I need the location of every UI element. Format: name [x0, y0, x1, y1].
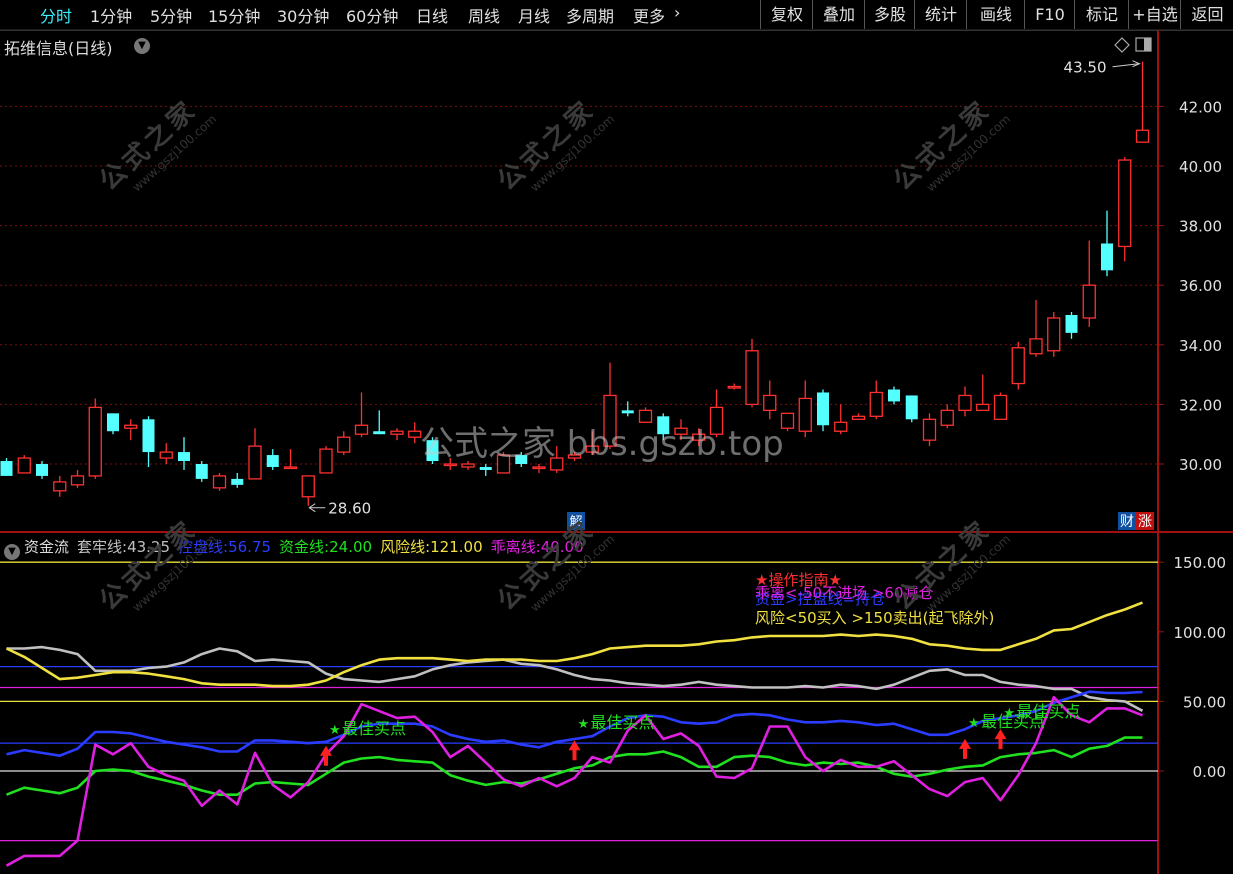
indicator-tick-label: 100.00: [1174, 624, 1227, 642]
badge-cai: 财: [1120, 514, 1134, 530]
candle-body: [373, 431, 386, 435]
candle-body: [1065, 315, 1078, 333]
candle-body: [922, 418, 937, 441]
candle-body: [70, 475, 85, 486]
candle-body: [1082, 284, 1096, 319]
max-price-label: 43.50: [1064, 59, 1107, 77]
buy-point-label: 最佳买点: [591, 713, 655, 732]
min-price-label: 28.60: [328, 500, 371, 518]
candle-body: [319, 448, 333, 474]
star-icon: ★: [578, 717, 590, 732]
price-tick-label: 40.00: [1179, 158, 1222, 176]
candle-body: [1118, 159, 1132, 248]
candle-body: [17, 457, 31, 474]
candle-body: [301, 475, 315, 498]
candle-body: [621, 410, 634, 414]
candle-body: [408, 430, 422, 438]
buy-point-label: 最佳买点: [1017, 702, 1081, 721]
candle-body: [940, 409, 954, 426]
buy-point-label: 最佳买点: [342, 719, 406, 738]
star-icon: ★: [968, 716, 980, 731]
candle-body: [283, 466, 298, 470]
candle-body: [124, 424, 138, 429]
candle-body: [195, 464, 208, 479]
buy-arrow-icon: [959, 738, 971, 759]
price-tick-label: 30.00: [1179, 456, 1222, 474]
candle-body: [905, 395, 918, 420]
candle-body: [993, 394, 1008, 420]
candle-body: [107, 413, 119, 432]
candle-body: [851, 415, 866, 420]
candle-body: [817, 392, 829, 426]
candle-body: [763, 394, 777, 412]
buy-arrow-icon: [994, 729, 1007, 750]
candle-body: [727, 385, 741, 389]
candle-body: [231, 478, 244, 485]
candle-body: [479, 466, 492, 470]
candle-body: [212, 475, 227, 489]
candle-body: [390, 430, 404, 435]
panel-toggle-icon-fill: [1144, 38, 1151, 51]
price-tick-label: 42.00: [1179, 98, 1222, 116]
candle-body: [159, 451, 173, 459]
indicator-tick-label: 150.00: [1174, 554, 1227, 572]
candle-body: [1011, 347, 1025, 385]
candle-body: [834, 421, 848, 432]
price-tick-label: 32.00: [1179, 396, 1222, 414]
indicator-tick-label: 0.00: [1193, 763, 1226, 781]
candle-body: [888, 389, 900, 402]
candle-body: [337, 436, 351, 453]
candle-body: [976, 403, 990, 412]
price-tick-label: 38.00: [1179, 218, 1222, 236]
diamond-icon: [1114, 37, 1130, 53]
center-watermark: 公式之家 bbs.gszb.top: [420, 424, 784, 464]
badge-zhang: 涨: [1138, 514, 1152, 530]
candle-body: [88, 406, 102, 477]
candle-body: [178, 452, 190, 462]
candle-body: [1101, 243, 1113, 271]
candle-body: [798, 397, 812, 432]
star-icon: ★: [1004, 706, 1016, 721]
price-tick-label: 36.00: [1179, 277, 1222, 295]
guide-line-2: 风险<50买入 >150卖出(起飞除外): [755, 609, 994, 627]
candle-body: [266, 455, 279, 467]
candle-body: [869, 391, 883, 417]
candle-body: [0, 461, 13, 476]
star-icon: ★: [329, 723, 341, 738]
candle-body: [1029, 338, 1043, 355]
candle-body: [36, 464, 48, 476]
candle-body: [142, 419, 155, 453]
candle-body: [53, 481, 67, 492]
candle-body: [745, 350, 759, 406]
price-tick-label: 34.00: [1179, 337, 1222, 355]
candle-body: [1047, 317, 1061, 352]
candle-body: [1135, 129, 1150, 143]
candle-body: [248, 445, 262, 480]
candle-body: [532, 466, 546, 470]
candle-body: [354, 424, 369, 435]
indicator-tick-label: 50.00: [1183, 693, 1226, 711]
candle-body: [958, 394, 972, 412]
